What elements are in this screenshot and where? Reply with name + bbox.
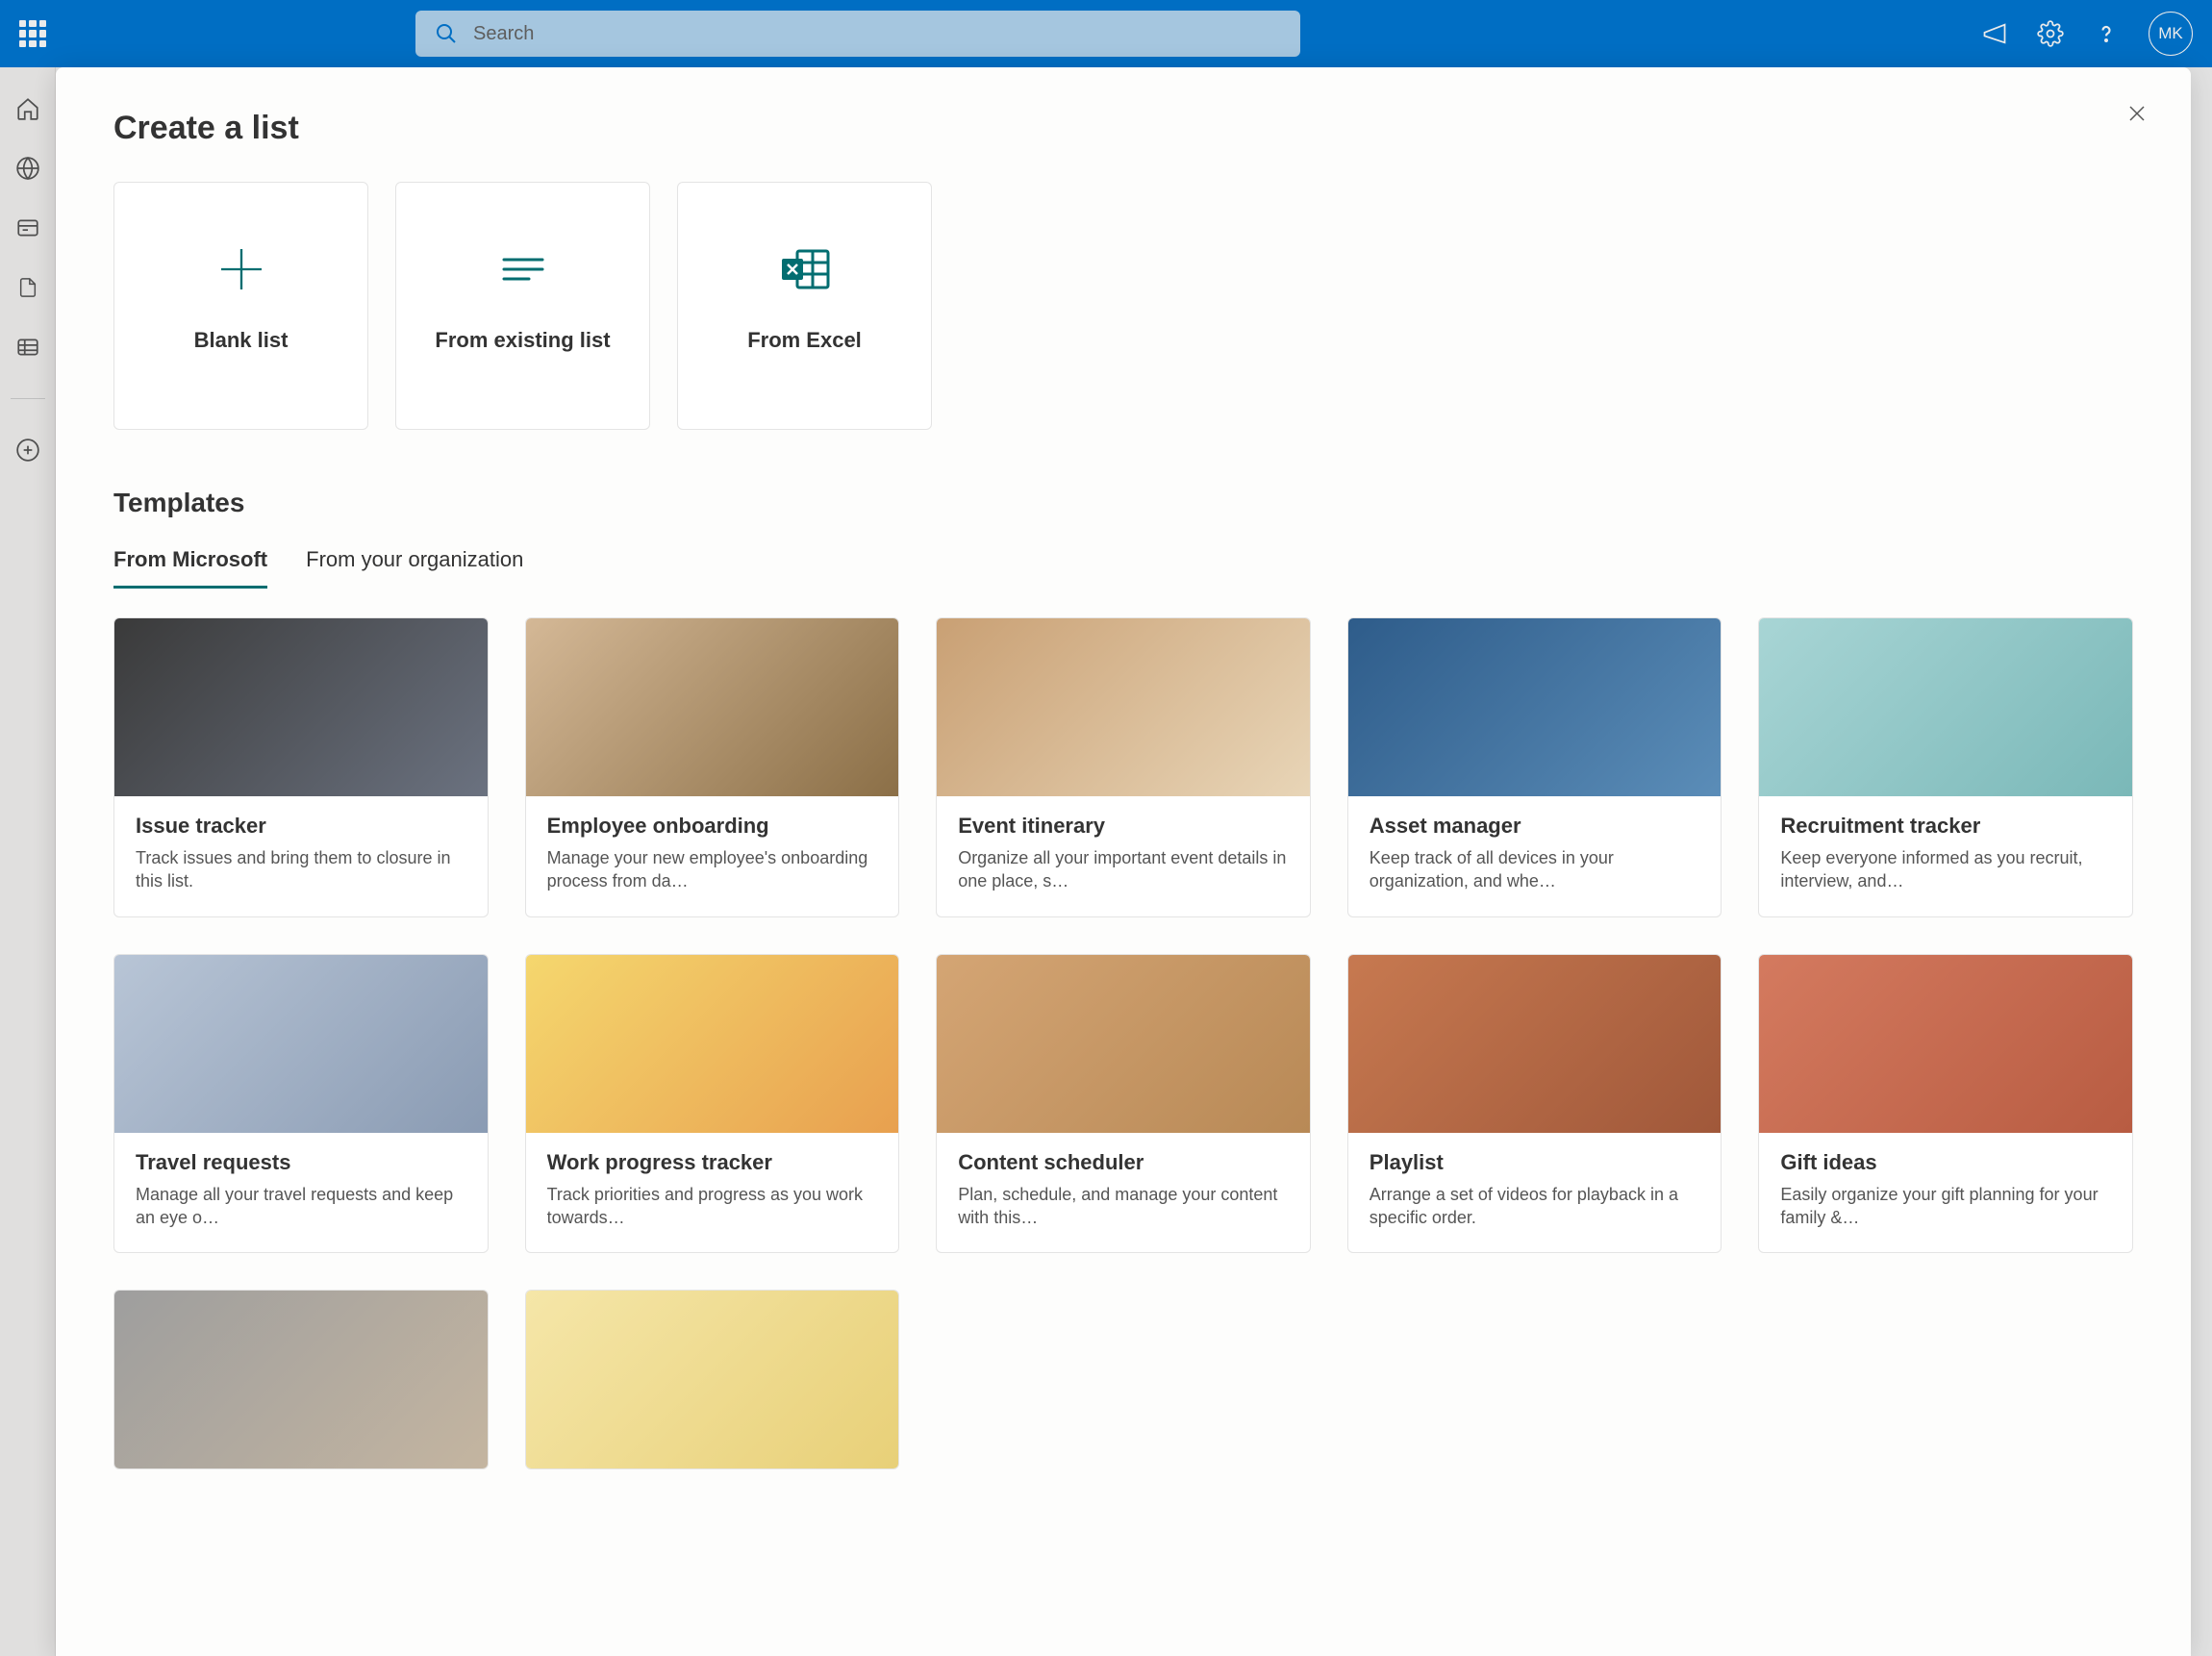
template-thumbnail (114, 1291, 488, 1468)
template-thumbnail (937, 955, 1310, 1133)
create-card-label: From Excel (728, 327, 881, 355)
template-card[interactable]: Content scheduler Plan, schedule, and man… (936, 954, 1311, 1254)
create-list-modal: Create a list Blank list From existing l… (56, 67, 2191, 1656)
template-description: Easily organize your gift planning for y… (1780, 1183, 2111, 1230)
template-card[interactable]: Playlist Arrange a set of videos for play… (1347, 954, 1722, 1254)
create-card-label: Blank list (175, 327, 308, 355)
tab-from-organization[interactable]: From your organization (306, 547, 523, 589)
close-button[interactable] (2125, 102, 2149, 130)
template-thumbnail (526, 955, 899, 1133)
template-description: Manage all your travel requests and keep… (136, 1183, 466, 1230)
template-card[interactable]: Travel requests Manage all your travel re… (113, 954, 489, 1254)
template-card[interactable] (525, 1290, 900, 1469)
template-title: Issue tracker (136, 814, 466, 839)
template-description: Keep track of all devices in your organi… (1370, 846, 1700, 893)
template-card[interactable]: Asset manager Keep track of all devices i… (1347, 617, 1722, 917)
blank-list-card[interactable]: Blank list (113, 182, 368, 430)
template-thumbnail (1348, 955, 1722, 1133)
template-grid: Issue tracker Track issues and bring them… (113, 617, 2133, 1508)
template-description: Manage your new employee's onboarding pr… (547, 846, 878, 893)
templates-heading: Templates (113, 488, 2133, 518)
template-description: Keep everyone informed as you recruit, i… (1780, 846, 2111, 893)
template-thumbnail (114, 618, 488, 796)
template-title: Gift ideas (1780, 1150, 2111, 1175)
template-thumbnail (114, 955, 488, 1133)
template-title: Travel requests (136, 1150, 466, 1175)
template-card[interactable]: Gift ideas Easily organize your gift plan… (1758, 954, 2133, 1254)
template-tabs: From Microsoft From your organization (113, 547, 2133, 589)
create-card-label: From existing list (415, 327, 629, 355)
template-body: Event itinerary Organize all your importa… (937, 796, 1310, 916)
template-body: Employee onboarding Manage your new emplo… (526, 796, 899, 916)
template-body: Recruitment tracker Keep everyone informe… (1759, 796, 2132, 916)
template-body: Work progress tracker Track priorities an… (526, 1133, 899, 1253)
template-title: Recruitment tracker (1780, 814, 2111, 839)
template-body: Content scheduler Plan, schedule, and man… (937, 1133, 1310, 1253)
template-body: Issue tracker Track issues and bring them… (114, 796, 488, 916)
excel-icon (776, 231, 834, 308)
template-card[interactable] (113, 1290, 489, 1469)
template-card[interactable]: Work progress tracker Track priorities an… (525, 954, 900, 1254)
tab-from-microsoft[interactable]: From Microsoft (113, 547, 267, 589)
template-description: Organize all your important event detail… (958, 846, 1289, 893)
template-description: Plan, schedule, and manage your content … (958, 1183, 1289, 1230)
template-card[interactable]: Event itinerary Organize all your importa… (936, 617, 1311, 917)
template-thumbnail (1759, 955, 2132, 1133)
template-thumbnail (1759, 618, 2132, 796)
template-thumbnail (1348, 618, 1722, 796)
from-existing-card[interactable]: From existing list (395, 182, 650, 430)
from-excel-card[interactable]: From Excel (677, 182, 932, 430)
template-title: Asset manager (1370, 814, 1700, 839)
template-card[interactable]: Recruitment tracker Keep everyone informe… (1758, 617, 2133, 917)
create-options-row: Blank list From existing list From Excel (113, 182, 2133, 430)
modal-title: Create a list (113, 110, 2133, 147)
template-thumbnail (937, 618, 1310, 796)
template-title: Playlist (1370, 1150, 1700, 1175)
template-title: Event itinerary (958, 814, 1289, 839)
template-body: Gift ideas Easily organize your gift plan… (1759, 1133, 2132, 1253)
template-description: Track issues and bring them to closure i… (136, 846, 466, 893)
template-body: Asset manager Keep track of all devices i… (1348, 796, 1722, 916)
template-description: Track priorities and progress as you wor… (547, 1183, 878, 1230)
template-thumbnail (526, 618, 899, 796)
plus-icon (214, 231, 268, 308)
template-title: Content scheduler (958, 1150, 1289, 1175)
lines-icon (496, 231, 550, 308)
template-body: Playlist Arrange a set of videos for play… (1348, 1133, 1722, 1253)
template-body: Travel requests Manage all your travel re… (114, 1133, 488, 1253)
template-title: Employee onboarding (547, 814, 878, 839)
template-thumbnail (526, 1291, 899, 1468)
template-title: Work progress tracker (547, 1150, 878, 1175)
template-card[interactable]: Issue tracker Track issues and bring them… (113, 617, 489, 917)
template-card[interactable]: Employee onboarding Manage your new emplo… (525, 617, 900, 917)
template-description: Arrange a set of videos for playback in … (1370, 1183, 1700, 1230)
